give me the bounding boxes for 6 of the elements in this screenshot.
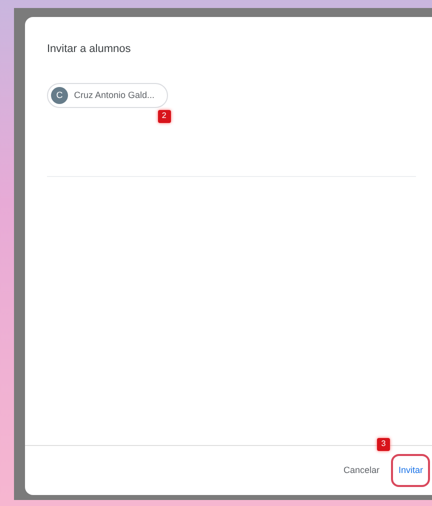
step-marker: 2 [158, 110, 171, 123]
avatar-icon: C [51, 86, 68, 104]
invite-button[interactable]: Invitar [391, 454, 430, 487]
step-marker: 3 [377, 438, 390, 450]
dialog-title: Invitar a alumnos [46, 42, 132, 57]
cancel-button[interactable]: Cancelar [337, 454, 386, 486]
